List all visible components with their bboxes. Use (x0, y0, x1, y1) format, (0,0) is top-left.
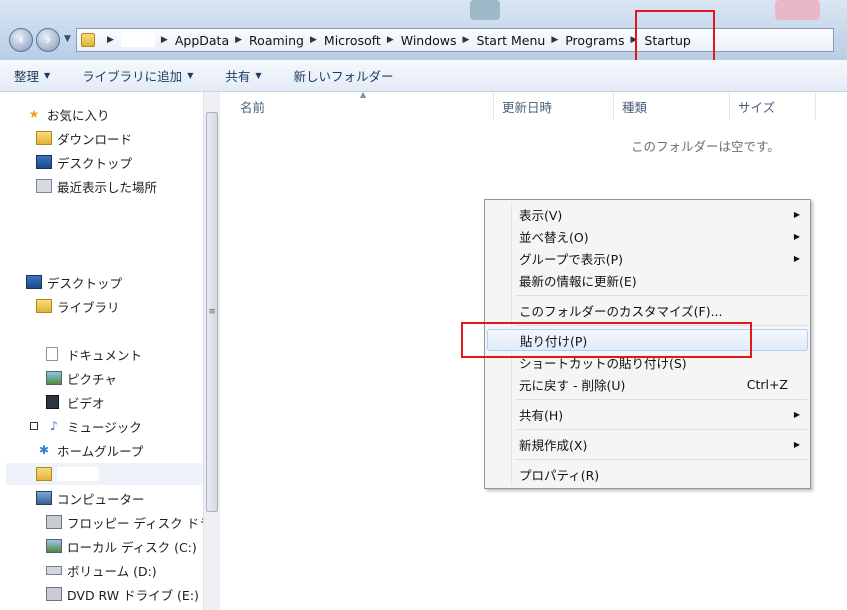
new-folder-button[interactable]: 新しいフォルダー (294, 66, 394, 85)
libraries-icon (36, 299, 52, 313)
menu-item-group-by[interactable]: グループで表示(P) ▶ (487, 247, 808, 269)
chevron-right-icon: ▶ (160, 35, 168, 45)
highlight-box-paste (461, 322, 752, 358)
chevron-down-icon: ▼ (187, 71, 194, 80)
document-icon (46, 347, 58, 361)
dvd-drive-icon (46, 587, 62, 601)
pictures-icon (46, 371, 62, 385)
forward-arrow-icon: › (45, 32, 51, 48)
recent-pages-dropdown[interactable]: ▼ (64, 34, 71, 44)
column-header-name[interactable]: 名前 (232, 92, 494, 120)
recent-places-icon (36, 179, 52, 193)
music-note-icon: ♪ (50, 419, 58, 433)
submenu-arrow-icon: ▶ (793, 231, 800, 241)
background-decoration (775, 0, 820, 20)
breadcrumb-programs[interactable]: ▶ Programs (545, 33, 624, 48)
desktop-icon (36, 155, 52, 169)
redacted-area (40, 320, 130, 342)
breadcrumb-windows[interactable]: ▶ Windows (381, 33, 457, 48)
breadcrumb-appdata[interactable]: ▶ AppData (155, 33, 229, 48)
redacted-area (30, 200, 120, 245)
user-folder-icon (36, 467, 52, 481)
chevron-down-icon: ▼ (44, 71, 51, 80)
nav-favorites[interactable]: ★ お気に入り (0, 103, 229, 125)
navigation-pane: ★ お気に入り ダウンロード デスクトップ 最近表示した場所 デスクトップ ライ… (0, 92, 233, 610)
local-disk-icon (46, 539, 62, 553)
menu-separator (515, 295, 807, 296)
chevron-right-icon: ▶ (235, 35, 243, 45)
navigation-scrollbar[interactable]: ≡ (203, 92, 220, 610)
submenu-arrow-icon: ▶ (793, 253, 800, 263)
chevron-right-icon: ▶ (310, 35, 317, 45)
breadcrumb-start-menu[interactable]: ▶ Start Menu (457, 33, 546, 48)
chevron-right-icon: ▶ (462, 35, 470, 45)
add-to-library-button[interactable]: ライブラリに追加 ▼ (82, 66, 193, 85)
star-icon: ★ (28, 107, 40, 121)
redacted-username (57, 467, 99, 481)
homegroup-icon: ✱ (38, 443, 50, 457)
background-decoration (470, 0, 500, 20)
command-bar: 整理 ▼ ライブラリに追加 ▼ 共有 ▼ 新しいフォルダー (0, 60, 847, 92)
breadcrumb-microsoft[interactable]: ▶ Microsoft (304, 33, 381, 48)
chevron-down-icon: ▼ (255, 71, 262, 80)
chevron-right-icon: ▶ (386, 35, 394, 45)
folder-icon (81, 33, 95, 47)
menu-separator (515, 399, 807, 400)
menu-item-view[interactable]: 表示(V) ▶ (487, 203, 808, 225)
organize-button[interactable]: 整理 ▼ (14, 66, 50, 85)
column-header-type[interactable]: 種類 (614, 92, 730, 120)
share-button[interactable]: 共有 ▼ (225, 66, 261, 85)
column-header-date-modified[interactable]: 更新日時 (494, 92, 614, 120)
back-button[interactable]: ‹ (9, 28, 33, 52)
redacted-username (120, 33, 155, 47)
shortcut-label: Ctrl+Z (746, 376, 788, 392)
menu-item-share[interactable]: 共有(H) ▶ (487, 403, 808, 425)
menu-item-properties[interactable]: プロパティ(R) (487, 463, 808, 485)
highlight-box-startup (635, 10, 715, 67)
submenu-arrow-icon: ▶ (793, 409, 800, 419)
chevron-right-icon: ▶ (551, 35, 559, 45)
nav-desktop[interactable]: デスクトップ (0, 271, 229, 293)
drive-icon (46, 565, 62, 575)
scrollbar-thumb[interactable]: ≡ (206, 112, 218, 512)
menu-separator (515, 429, 807, 430)
menu-item-new[interactable]: 新規作成(X) ▶ (487, 433, 808, 455)
menu-item-undo-delete[interactable]: 元に戻す - 削除(U) Ctrl+Z (487, 373, 808, 395)
menu-item-customize-folder[interactable]: このフォルダーのカスタマイズ(F)... (487, 299, 808, 321)
menu-item-sort[interactable]: 並べ替え(O) ▶ (487, 225, 808, 247)
computer-icon (36, 491, 52, 505)
video-icon (46, 395, 59, 409)
nav-user-folder[interactable] (6, 463, 233, 485)
floppy-drive-icon (46, 515, 62, 529)
back-arrow-icon: ‹ (18, 32, 24, 48)
address-bar[interactable]: ▶ ▶ AppData ▶ Roaming ▶ Microsoft ▶ Windows … (76, 28, 834, 52)
submenu-arrow-icon: ▶ (793, 439, 800, 449)
forward-button[interactable]: › (36, 28, 60, 52)
menu-item-refresh[interactable]: 最新の情報に更新(E) (487, 269, 808, 291)
menu-separator (515, 459, 807, 460)
column-header-size[interactable]: サイズ (730, 92, 816, 120)
grip-icon: ≡ (208, 307, 216, 317)
empty-folder-message: このフォルダーは空です。 (631, 139, 780, 154)
downloads-folder-icon (36, 131, 52, 145)
breadcrumb-roaming[interactable]: ▶ Roaming (229, 33, 304, 48)
breadcrumb-user[interactable]: ▶ (101, 33, 155, 47)
desktop-icon (26, 275, 42, 289)
submenu-arrow-icon: ▶ (793, 209, 800, 219)
expander-icon[interactable] (30, 422, 38, 430)
chevron-right-icon: ▶ (107, 35, 114, 45)
nav-music[interactable]: ♪ ミュージック (0, 415, 233, 437)
